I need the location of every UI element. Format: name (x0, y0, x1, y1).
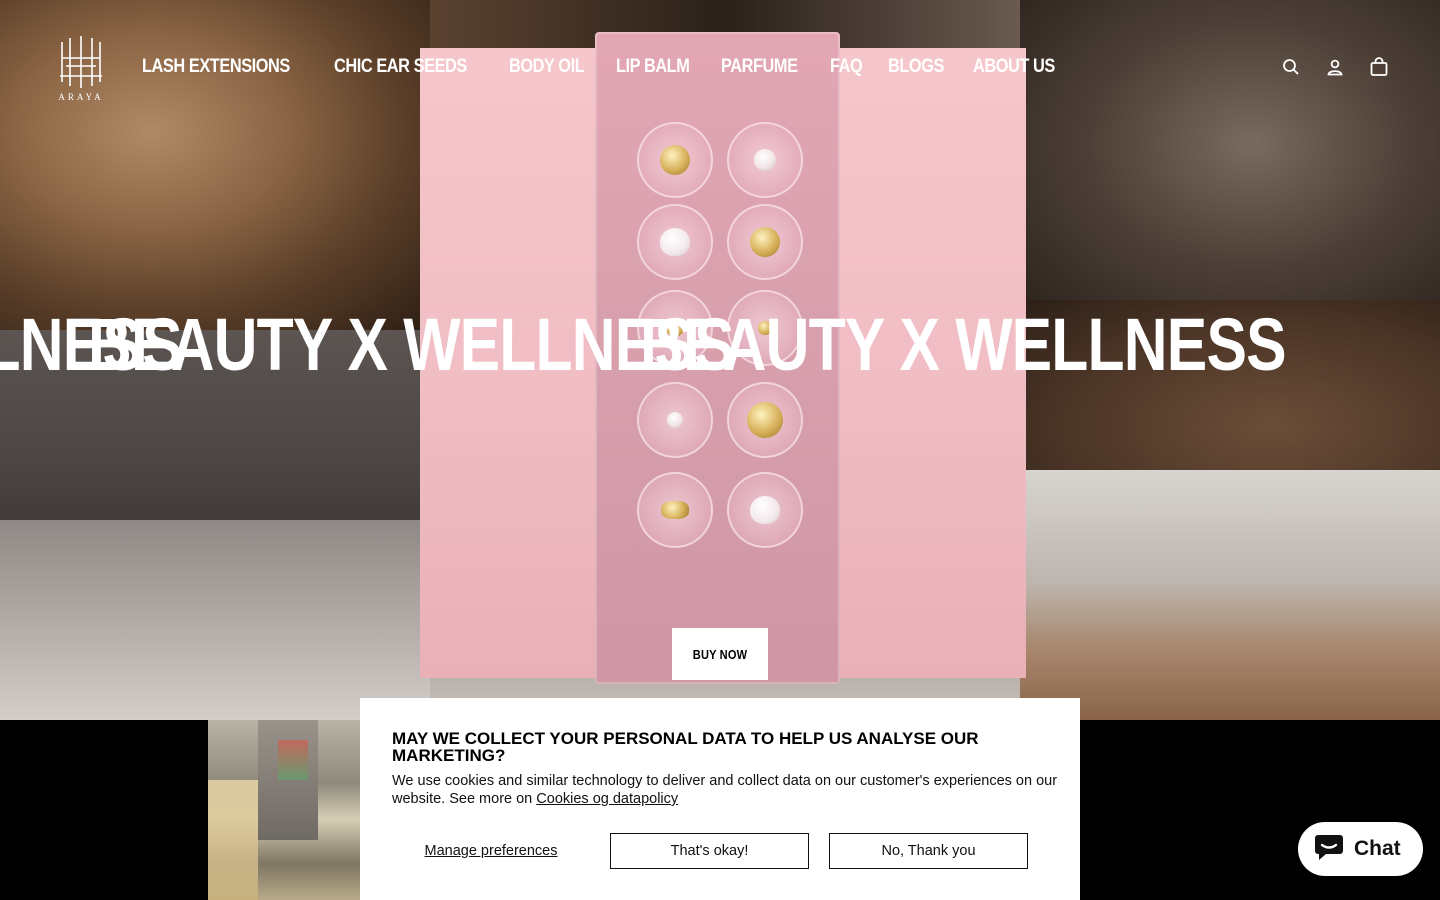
nav-item-lip-balm[interactable]: LIP BALM (616, 54, 690, 80)
araya-logo[interactable]: ARAYA (56, 36, 106, 102)
ear-seed-pearl-small (637, 382, 713, 458)
decline-cookies-button[interactable]: No, Thank you (829, 833, 1028, 869)
ear-seed-sun (637, 122, 713, 198)
nav-item-about-us[interactable]: ABOUT US (973, 54, 1055, 80)
search-icon[interactable] (1280, 56, 1302, 78)
cookie-title: MAY WE COLLECT YOUR PERSONAL DATA TO HEL… (392, 729, 979, 765)
marquee-text: BEAUTY X WELLNESS (640, 303, 1287, 386)
marquee-text: BEAUTY X WELLNESS (88, 303, 735, 386)
hero-background-right-bottom (1020, 470, 1440, 720)
ear-seed-heart (637, 204, 713, 280)
ear-seed-heart-2 (727, 472, 803, 548)
ear-seed-moon (727, 382, 803, 458)
accept-cookies-button[interactable]: That's okay! (610, 833, 809, 869)
header-actions (1280, 56, 1390, 78)
chat-label: Chat (1354, 837, 1401, 860)
nav-item-lash-extensions[interactable]: LASH EXTENSIONS (142, 54, 290, 80)
buy-now-button[interactable]: BUY NOW (672, 628, 768, 680)
nav-item-parfume[interactable]: PARFUME (721, 54, 798, 80)
nav-item-blogs[interactable]: BLOGS (888, 54, 944, 80)
chat-bubble-icon (1314, 833, 1344, 866)
nav-item-chic-ear-seeds[interactable]: CHIC EAR SEEDS (334, 54, 467, 80)
cookie-policy-link[interactable]: Cookies og datapolicy (536, 791, 678, 807)
ear-seed-shell (727, 204, 803, 280)
cookie-body: We use cookies and similar technology to… (392, 772, 1062, 808)
chat-button[interactable]: Chat (1298, 822, 1423, 876)
cart-icon[interactable] (1368, 56, 1390, 78)
hero-marquee: BEAUTY X WELLNESS BEAUTY X WELLNESS BEAU… (0, 300, 1287, 390)
nav-item-body-oil[interactable]: BODY OIL (509, 54, 585, 80)
site-header: ARAYA LASH EXTENSIONS CHIC EAR SEEDS BOD… (0, 0, 1440, 130)
ear-seed-pearl (727, 122, 803, 198)
logo-mark-icon (60, 36, 102, 88)
nav-item-faq[interactable]: FAQ (830, 54, 863, 80)
hero-background-left-bottom (0, 520, 430, 720)
cookie-actions: Manage preferences That's okay! No, Than… (392, 833, 1048, 869)
cookie-consent-banner: MAY WE COLLECT YOUR PERSONAL DATA TO HEL… (360, 698, 1080, 900)
manage-preferences-button[interactable]: Manage preferences (392, 833, 590, 869)
cookie-body-text: We use cookies and similar technology to… (392, 773, 1058, 807)
buy-now-label: BUY NOW (692, 646, 748, 662)
account-icon[interactable] (1324, 56, 1346, 78)
product-thumbnail-image[interactable] (208, 720, 360, 900)
ear-seed-bow (637, 472, 713, 548)
main-nav: LASH EXTENSIONS CHIC EAR SEEDS BODY OIL … (142, 54, 1088, 80)
logo-text: ARAYA (58, 92, 104, 102)
